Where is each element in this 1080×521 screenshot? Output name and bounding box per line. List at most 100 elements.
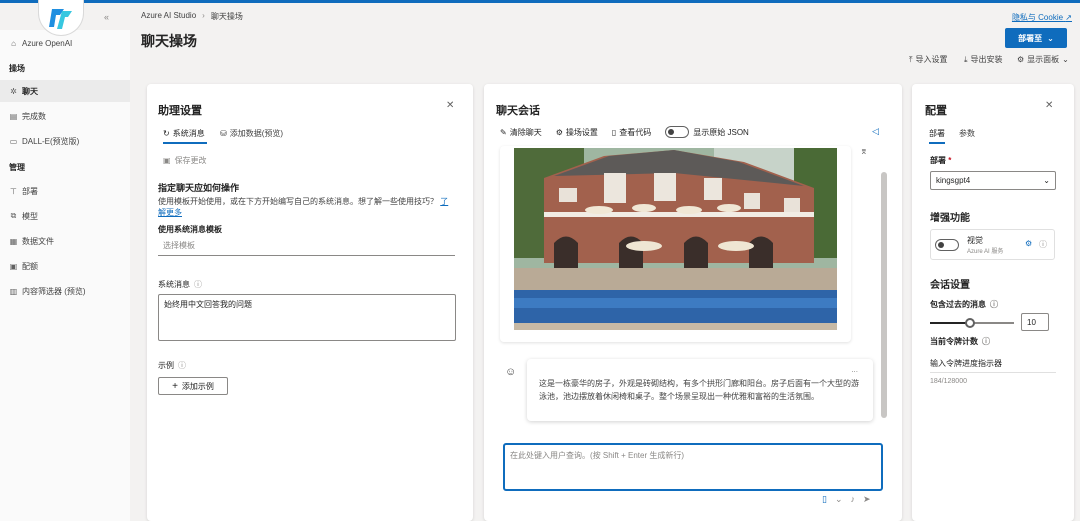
token-count-label: 当前令牌计数 <box>930 337 978 346</box>
playground-settings-button[interactable]: ⚙ 操场设置 <box>556 127 598 138</box>
privacy-cookie-label: 隐私与 Cookie <box>1011 13 1064 22</box>
sidebar-item-dalle[interactable]: ▭ DALL-E(预览版) <box>0 130 130 152</box>
clear-chat-label: 清除聊天 <box>509 127 542 137</box>
gear-icon[interactable]: ⚙ <box>1025 239 1032 248</box>
token-progress-label: 输入令牌进度指示器 <box>930 359 1002 368</box>
assistant-response-text: 这是一栋豪华的房子，外观是砖砌结构，有多个拱形门廊和阳台。房子后面有一个大型的游… <box>539 379 859 401</box>
close-icon[interactable]: ✕ <box>446 100 454 111</box>
sidebar-item-content-filters[interactable]: ▥ 内容筛选器 (预览) <box>0 280 130 302</box>
add-example-label: 添加示例 <box>181 381 214 391</box>
system-message-value: 始终用中文回答我的问题 <box>164 300 252 309</box>
chevron-down-icon: ⌄ <box>1062 55 1069 64</box>
deployment-label-text: 部署 <box>930 156 946 165</box>
import-settings-button[interactable]: ⤒ 导入设置 <box>909 54 948 65</box>
system-message-label-row: 系统消息 ⓘ <box>158 279 202 290</box>
show-panels-button[interactable]: ⚙ 显示面板 ⌄ <box>1017 54 1069 65</box>
view-code-label: 查看代码 <box>619 127 652 137</box>
database-icon: ⛁ <box>220 129 227 138</box>
close-icon[interactable]: ✕ <box>1045 100 1053 111</box>
chevron-down-icon: ⌄ <box>1043 176 1050 185</box>
add-example-button[interactable]: + 添加示例 <box>158 377 228 395</box>
instructions-title: 指定聊天应如何操作 <box>158 183 240 193</box>
template-select[interactable]: 选择模板 <box>158 236 455 256</box>
microphone-icon[interactable]: ♪ <box>851 494 856 505</box>
save-icon: ▣ <box>163 156 171 165</box>
past-messages-label: 包含过去的消息 <box>930 300 986 309</box>
send-icon[interactable]: ➤ <box>863 494 871 505</box>
system-message-textarea[interactable]: 始终用中文回答我的问题 <box>158 294 456 341</box>
sidebar-item-completions[interactable]: ▤ 完成数 <box>0 105 130 127</box>
configuration-panel: 配置 ✕ 部署 参数 部署 * kingsgpt4 ⌄ 增强功能 视觉 Azur… <box>912 84 1074 521</box>
view-code-button[interactable]: ▯ 查看代码 <box>612 127 651 138</box>
breadcrumb-root[interactable]: Azure AI Studio <box>141 11 196 22</box>
sidebar: ⌂ Azure OpenAI 操场 ✲ 聊天 ▤ 完成数 ▭ DALL-E(预览… <box>0 30 130 521</box>
deployment-label: 部署 * <box>930 155 951 166</box>
external-link-icon: ↗ <box>1065 13 1072 22</box>
sidebar-item-label: 配额 <box>22 261 38 271</box>
filter-icon: ▥ <box>9 286 18 296</box>
past-messages-slider-thumb[interactable] <box>965 318 975 328</box>
vision-sub-label: Azure AI 服务 <box>967 249 1004 255</box>
collapse-sidebar-icon[interactable]: « <box>104 12 109 22</box>
examples-label-row: 示例 ⓘ <box>158 360 186 371</box>
deploy-to-label: 部署至 <box>1018 33 1043 43</box>
sidebar-item-deployments[interactable]: ⊤ 部署 <box>0 180 130 202</box>
plus-icon: + <box>172 380 178 392</box>
vision-toggle[interactable] <box>935 239 959 251</box>
sidebar-item-data-files[interactable]: ▦ 数据文件 <box>0 230 130 252</box>
export-settings-button[interactable]: ⤓ 导出安装 <box>964 54 1003 65</box>
deploy-to-button[interactable]: 部署至 ⌄ <box>1005 28 1067 48</box>
user-avatar-icon: ⌆ <box>860 146 868 156</box>
sidebar-item-models[interactable]: ⧉ 模型 <box>0 205 130 227</box>
clear-chat-button[interactable]: ✎ 清除聊天 <box>500 127 542 138</box>
tab-add-data[interactable]: ⛁ 添加数据(预览) <box>220 128 283 139</box>
sidebar-section-playground: 操场 <box>9 64 25 73</box>
models-icon: ⧉ <box>10 211 17 220</box>
user-query-placeholder: 在此处键入用户查询。(按 Shift + Enter 生成新行) <box>510 451 685 460</box>
past-messages-input[interactable]: 10 <box>1021 313 1049 331</box>
sidebar-item-chat[interactable]: ✲ 聊天 <box>0 80 130 102</box>
template-select-placeholder: 选择模板 <box>163 241 195 250</box>
past-messages-slider-fill <box>930 322 970 324</box>
assistant-setup-panel: 助理设置 ✕ ↻ 系统消息 ⛁ 添加数据(预览) ▣ 保存更改 指定聊天应如何操… <box>147 84 473 521</box>
speaker-icon[interactable]: ◁ <box>872 126 879 137</box>
sidebar-item-label: 数据文件 <box>22 236 54 246</box>
deployment-select[interactable]: kingsgpt4 ⌄ <box>930 171 1056 190</box>
system-message-label: 系统消息 <box>158 280 190 289</box>
broom-icon: ✎ <box>500 127 507 137</box>
save-changes-button[interactable]: ▣ 保存更改 <box>163 155 207 166</box>
info-icon[interactable]: ⓘ <box>1039 239 1047 250</box>
image-icon: ▭ <box>9 136 18 146</box>
info-icon[interactable]: ⓘ <box>178 360 186 371</box>
examples-label: 示例 <box>158 361 174 370</box>
sidebar-item-label: DALL-E(预览版) <box>22 136 80 146</box>
info-icon[interactable]: ⓘ <box>194 279 202 290</box>
quota-icon: ▣ <box>9 261 18 271</box>
save-changes-label: 保存更改 <box>174 156 207 165</box>
playground-settings-label: 操场设置 <box>565 127 598 137</box>
chat-scrollbar-thumb[interactable] <box>881 172 887 418</box>
attach-icon[interactable]: ▯ <box>822 494 827 505</box>
gear-icon: ⚙ <box>555 127 563 137</box>
sidebar-item-label: 完成数 <box>22 111 46 121</box>
gear-icon: ⚙ <box>1017 55 1025 64</box>
token-progress-bar <box>930 372 1056 373</box>
tab-deployment[interactable]: 部署 <box>929 128 945 139</box>
sidebar-item-quota[interactable]: ▣ 配额 <box>0 255 130 277</box>
active-tab-indicator <box>163 142 207 144</box>
show-raw-json-toggle[interactable] <box>665 126 690 138</box>
assistant-bot-icon: ☺ <box>505 366 517 378</box>
tab-parameters[interactable]: 参数 <box>959 128 975 139</box>
user-query-input[interactable]: 在此处键入用户查询。(按 Shift + Enter 生成新行) <box>503 443 883 491</box>
chevron-down-icon[interactable]: ⌄ <box>835 494 843 505</box>
info-icon[interactable]: ⓘ <box>982 336 990 347</box>
privacy-cookie-link[interactable]: 隐私与 Cookie ↗ <box>1012 12 1072 23</box>
session-settings-title: 会话设置 <box>930 280 970 291</box>
tab-label: 部署 <box>929 129 945 138</box>
info-icon[interactable]: ⓘ <box>990 299 998 310</box>
tab-system-message[interactable]: ↻ 系统消息 <box>163 128 205 139</box>
past-messages-value: 10 <box>1027 318 1036 327</box>
more-options-icon[interactable]: ... <box>851 365 858 374</box>
instructions-body: 使用模板开始使用，或在下方开始编写自己的系统消息。想了解一些使用技巧？ <box>158 197 438 206</box>
tab-label: 系统消息 <box>172 129 205 138</box>
